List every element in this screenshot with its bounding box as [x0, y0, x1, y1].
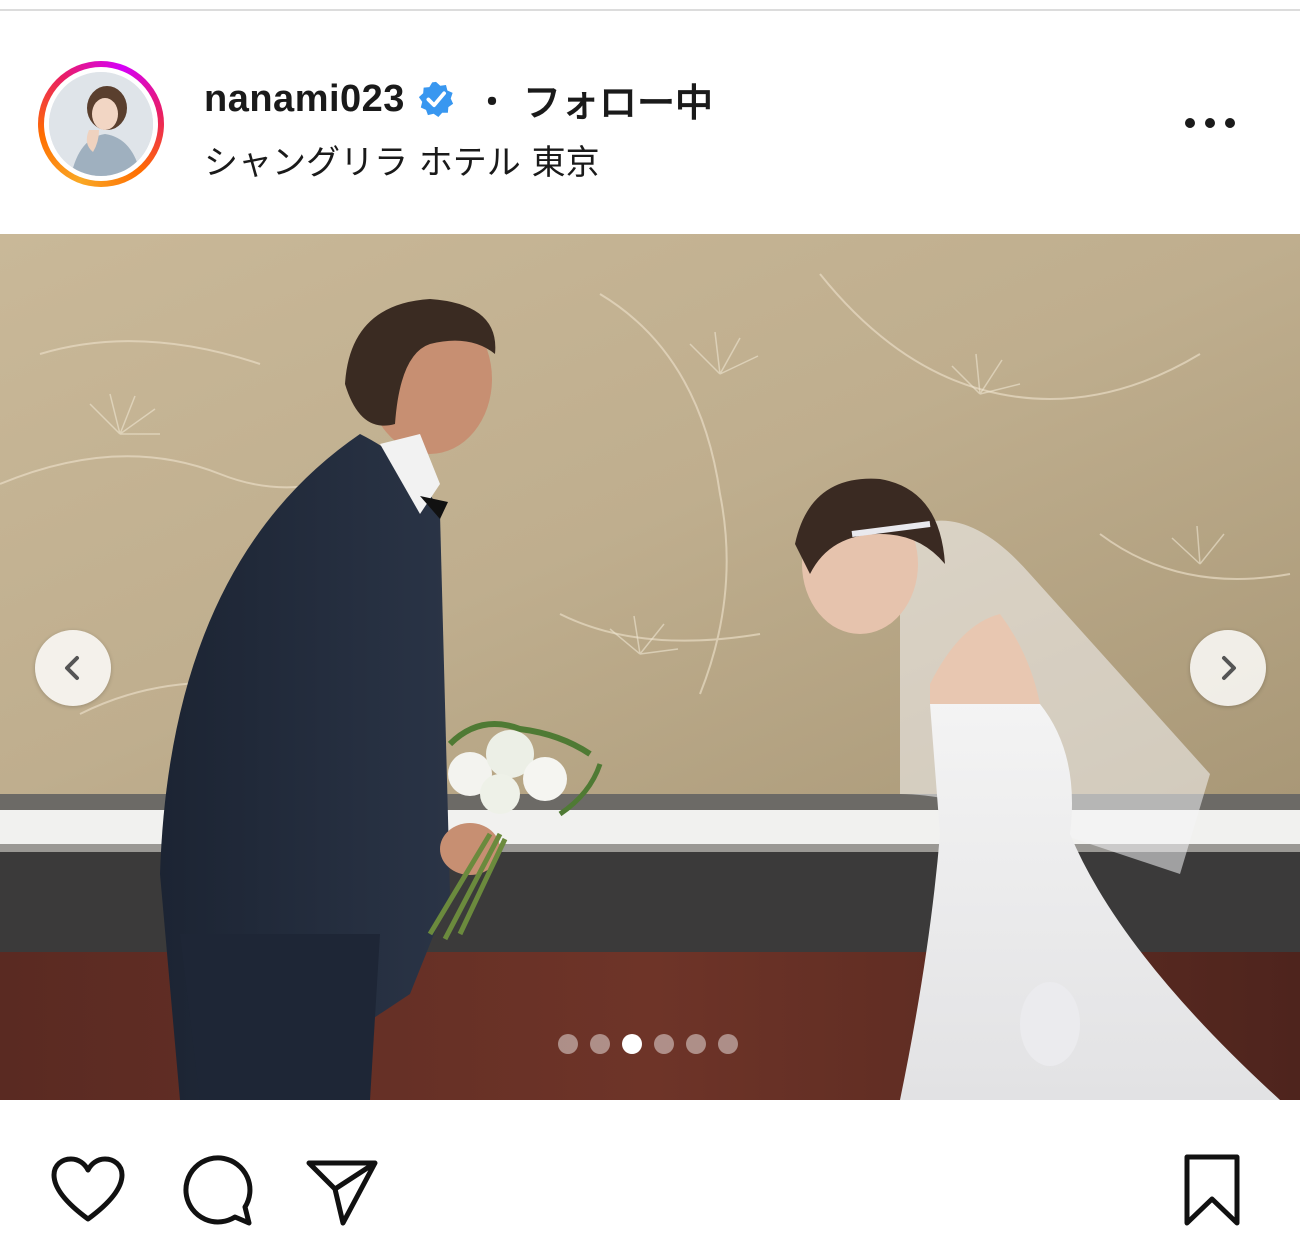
carousel-dot [718, 1034, 738, 1054]
comment-button[interactable] [176, 1150, 256, 1230]
carousel-dot-active [622, 1034, 642, 1054]
comment-icon [183, 1155, 253, 1226]
carousel-dot [686, 1034, 706, 1054]
carousel-indicator [558, 1034, 738, 1054]
location-link[interactable]: シャングリラ ホテル 東京 [204, 135, 600, 184]
chevron-left-icon [65, 656, 79, 680]
like-button[interactable] [48, 1150, 128, 1230]
save-button[interactable] [1172, 1150, 1252, 1230]
avatar-image [49, 72, 153, 176]
post-header: nanami023 ・ フォロー中 シャングリラ ホテル 東京 [0, 55, 1300, 195]
post-photo[interactable] [0, 234, 1300, 1100]
following-button[interactable]: フォロー中 [523, 72, 713, 127]
username-link[interactable]: nanami023 [204, 78, 405, 121]
carousel-dot [654, 1034, 674, 1054]
chevron-right-icon [1222, 656, 1236, 680]
next-slide-button[interactable] [1190, 630, 1266, 706]
top-divider [0, 9, 1300, 11]
post-actions [0, 1150, 1300, 1240]
more-options-icon [1185, 118, 1235, 128]
carousel-dot [558, 1034, 578, 1054]
header-separator: ・ [474, 83, 509, 122]
wedding-photo-image [0, 234, 1300, 1100]
bookmark-icon [1184, 1154, 1240, 1226]
previous-slide-button[interactable] [35, 630, 111, 706]
avatar[interactable] [38, 61, 164, 187]
carousel-dot [590, 1034, 610, 1054]
verified-badge-icon [417, 80, 455, 118]
heart-icon [51, 1156, 125, 1222]
share-button[interactable] [302, 1150, 382, 1230]
paper-plane-icon [306, 1160, 378, 1226]
more-options-button[interactable] [1180, 105, 1240, 141]
